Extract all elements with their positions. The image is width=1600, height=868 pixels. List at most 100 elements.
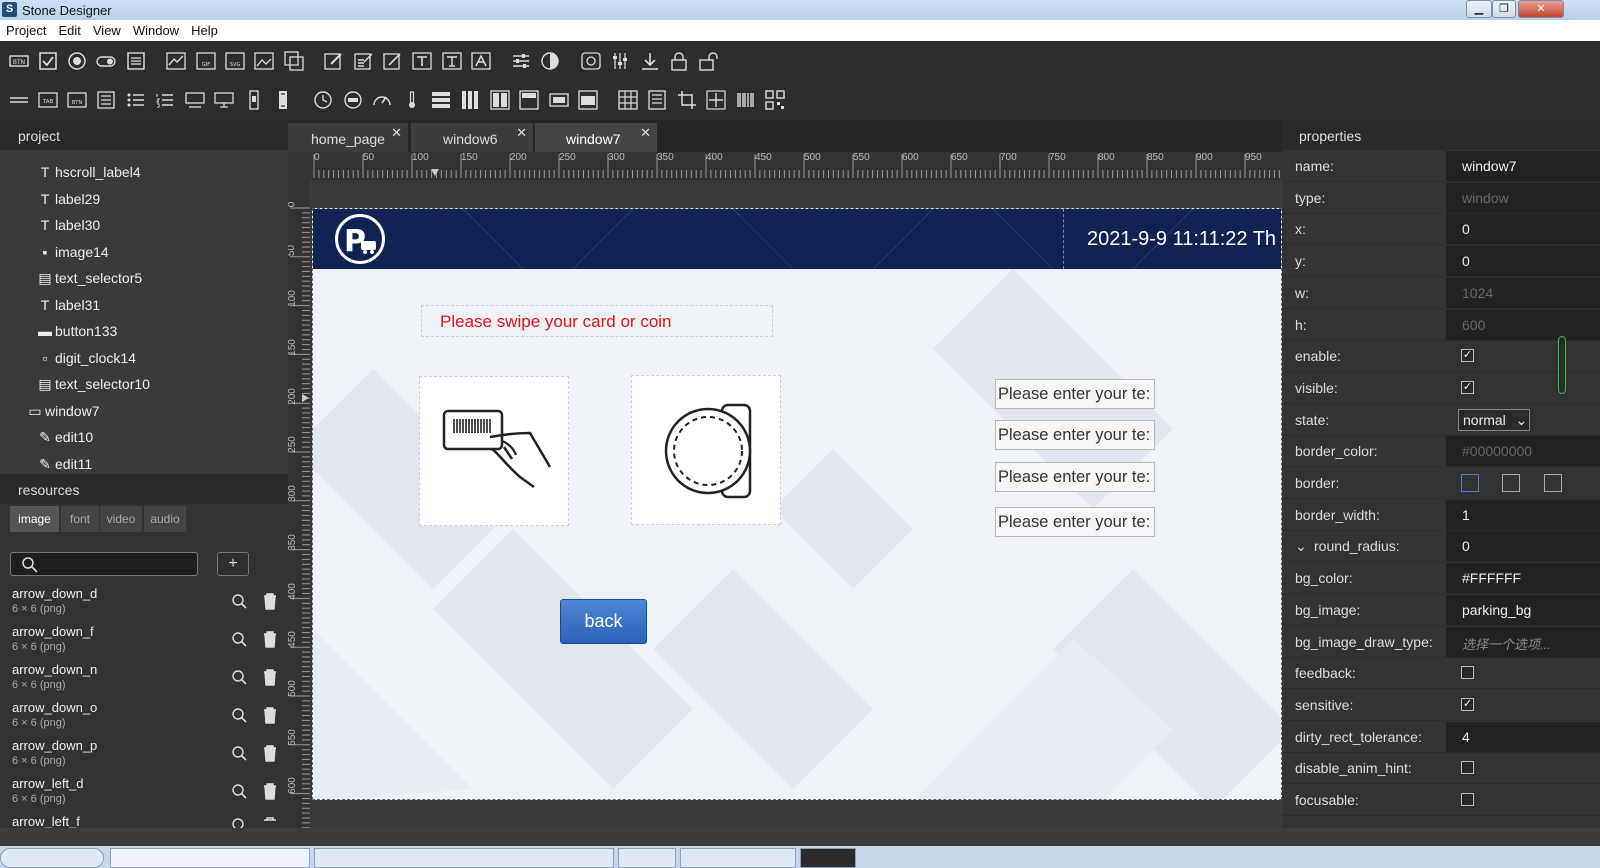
swipe-label-widget[interactable]: Please swipe your card or coin: [421, 305, 773, 337]
rows-layout-icon[interactable]: [431, 90, 451, 110]
close-icon[interactable]: ✕: [516, 125, 527, 141]
tree-item-button133[interactable]: ▬ button133: [0, 319, 288, 345]
tree-item-digit-clock14[interactable]: ▫ digit_clock14: [0, 346, 288, 372]
prop-value-input[interactable]: 1024: [1446, 277, 1600, 308]
resource-item[interactable]: arrow_left_d 6 × 6 (png): [0, 776, 288, 814]
close-icon[interactable]: ✕: [391, 125, 402, 141]
taskbar-item[interactable]: [314, 848, 614, 868]
columns-layout-icon[interactable]: [460, 90, 480, 110]
tab-video[interactable]: video: [100, 506, 142, 532]
edit-widget-icon[interactable]: [324, 51, 344, 71]
color-picker-icon[interactable]: [540, 51, 560, 71]
slider-widget-icon[interactable]: [511, 51, 531, 71]
prop-value-input[interactable]: 0: [1446, 214, 1600, 245]
list-widget-icon[interactable]: [126, 51, 146, 71]
preview-icon[interactable]: [230, 816, 248, 828]
prop-border-cell[interactable]: [1446, 468, 1600, 498]
prop-checkbox-cell[interactable]: ✓: [1446, 690, 1600, 720]
checkbox-checked[interactable]: ✓: [1461, 349, 1474, 363]
resource-item[interactable]: arrow_down_d 6 × 6 (png): [0, 586, 288, 624]
prop-value-input[interactable]: parking_bg: [1446, 594, 1600, 625]
state-select[interactable]: normal ⌄: [1458, 408, 1530, 431]
text-edit-3[interactable]: Please enter your te:: [995, 462, 1155, 492]
image-animation-icon[interactable]: [284, 51, 304, 71]
tab-font[interactable]: font: [61, 506, 99, 532]
minimize-button[interactable]: ▁: [1466, 0, 1492, 18]
tree-item-label31[interactable]: Tlabel31: [0, 293, 288, 319]
preview-icon[interactable]: [230, 706, 248, 724]
line-chart-icon[interactable]: [166, 51, 186, 71]
maximize-button[interactable]: ❐: [1492, 0, 1516, 18]
split-view-icon[interactable]: [490, 90, 510, 110]
resource-item[interactable]: arrow_down_f 6 × 6 (png): [0, 624, 288, 662]
text-list-icon[interactable]: [647, 90, 667, 110]
trash-icon[interactable]: [262, 592, 278, 610]
window7-preview[interactable]: P 2021-9-9 11:11:22 Th Please swipe your…: [312, 208, 1282, 800]
tab-audio[interactable]: audio: [144, 506, 186, 532]
border-all-icon[interactable]: [1461, 474, 1479, 492]
tab-widget-icon[interactable]: TAB: [38, 90, 58, 110]
font-label-icon[interactable]: [471, 51, 491, 71]
preview-icon[interactable]: [230, 592, 248, 610]
adjust-icon[interactable]: [610, 51, 630, 71]
image-widget-icon[interactable]: [254, 51, 274, 71]
tree-item-text-selector10[interactable]: ▤ text_selector10: [0, 372, 288, 398]
tree-item-edit10[interactable]: ✎ edit10: [0, 425, 288, 451]
tree-item-window7[interactable]: ▭ window7: [0, 399, 288, 425]
radio-widget-icon[interactable]: [67, 51, 87, 71]
checkbox-unchecked[interactable]: [1461, 761, 1474, 775]
checkbox-unchecked[interactable]: [1461, 793, 1474, 806]
tab-window6[interactable]: window6 ✕: [411, 123, 533, 152]
taskbar-item[interactable]: [618, 848, 676, 868]
button-widget-icon[interactable]: BTN: [9, 51, 29, 71]
add-resource-button[interactable]: +: [217, 552, 249, 576]
tree-item-label29[interactable]: Tlabel29: [0, 187, 288, 213]
prop-value-input[interactable]: 0: [1446, 246, 1600, 277]
property-edit-icon[interactable]: [383, 51, 403, 71]
vertical-scroll-icon[interactable]: [244, 90, 264, 110]
switch-widget-icon[interactable]: [96, 51, 116, 71]
tree-item-image14[interactable]: ▪ image14: [0, 240, 288, 266]
numbered-list-icon[interactable]: [155, 90, 175, 110]
trash-icon[interactable]: [262, 816, 278, 828]
prop-value-input[interactable]: window7: [1446, 151, 1600, 181]
tree-item-text-selector5[interactable]: ▤ text_selector5: [0, 266, 288, 292]
tab-window7[interactable]: window7 ✕: [535, 123, 657, 152]
trash-icon[interactable]: [262, 782, 278, 800]
text-edit-4[interactable]: Please enter your te:: [995, 507, 1155, 537]
card-image-widget[interactable]: [419, 376, 569, 526]
gif-image-icon[interactable]: GIF: [196, 51, 216, 71]
tree-item-edit11[interactable]: ✎ edit11: [0, 452, 288, 474]
qr-code-icon[interactable]: [765, 90, 785, 110]
expand-chevron-icon[interactable]: ⌄: [1295, 538, 1307, 555]
trash-icon[interactable]: [262, 706, 278, 724]
taskbar-item[interactable]: [680, 848, 796, 868]
menu-edit[interactable]: Edit: [52, 20, 86, 41]
start-button[interactable]: [0, 848, 104, 868]
dialog-view-icon[interactable]: [549, 90, 569, 110]
tab-button-icon[interactable]: BTN: [67, 90, 87, 110]
menu-project[interactable]: Project: [0, 20, 52, 41]
back-button[interactable]: back: [560, 599, 647, 644]
crop-icon[interactable]: [677, 90, 697, 110]
prop-value-input[interactable]: 600: [1446, 309, 1600, 340]
separator-widget-icon[interactable]: [9, 90, 29, 110]
border-top-bottom-icon[interactable]: [1502, 474, 1520, 492]
tree-item-label30[interactable]: Tlabel30: [0, 213, 288, 239]
prop-value-input[interactable]: 0: [1446, 531, 1600, 562]
unlock-icon[interactable]: [698, 51, 718, 71]
menu-view[interactable]: View: [87, 20, 127, 41]
combo-box-ex-icon[interactable]: [214, 90, 234, 110]
combo-box-icon[interactable]: [185, 90, 205, 110]
text-edit-2[interactable]: Please enter your te:: [995, 420, 1155, 450]
checkbox-widget-icon[interactable]: [38, 51, 58, 71]
trash-icon[interactable]: [262, 630, 278, 648]
trash-icon[interactable]: [262, 744, 278, 762]
close-button[interactable]: ✕: [1518, 0, 1564, 18]
tab-image[interactable]: image: [10, 506, 59, 532]
prop-checkbox-cell[interactable]: ✓: [1446, 373, 1600, 403]
lock-icon[interactable]: [669, 51, 689, 71]
tab-home-page[interactable]: home_page ✕: [288, 123, 408, 152]
gauge-icon[interactable]: [372, 90, 392, 110]
label-widget-icon[interactable]: [412, 51, 432, 71]
